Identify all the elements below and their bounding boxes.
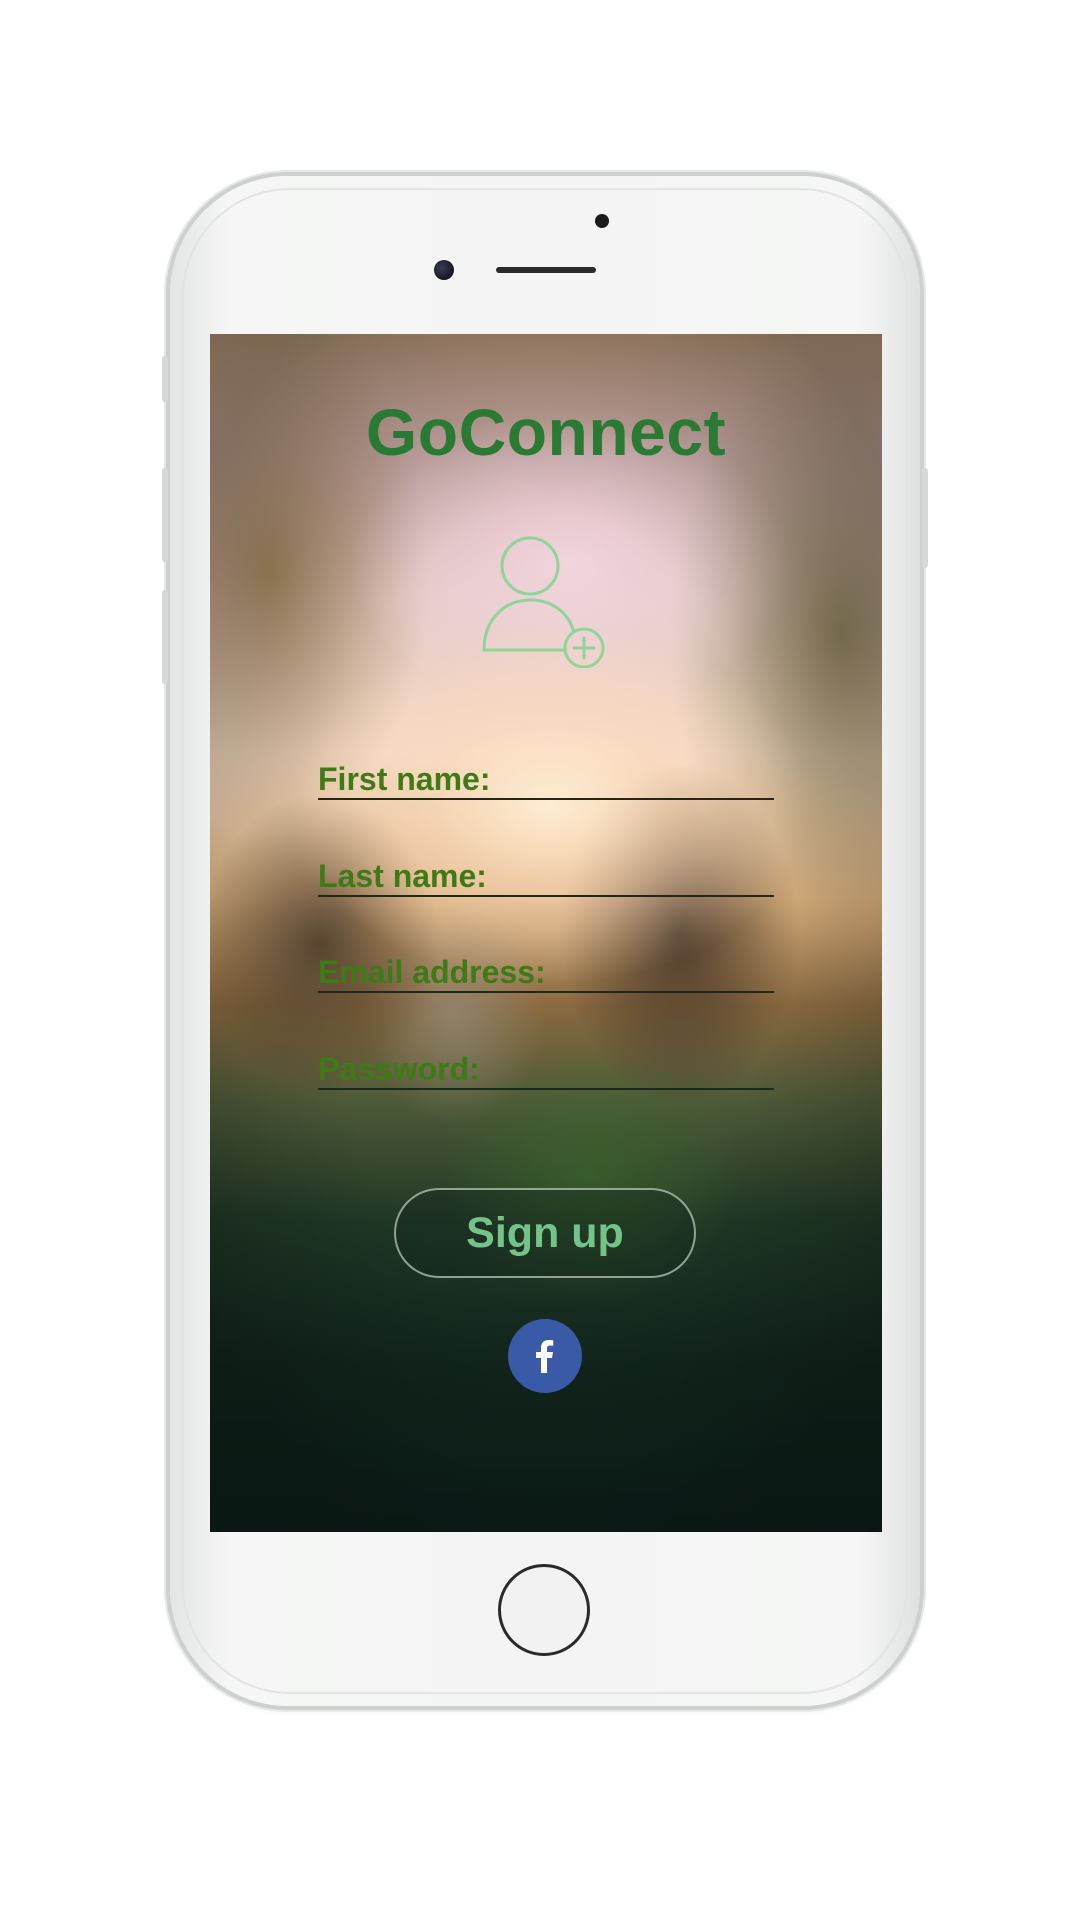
earpiece-speaker bbox=[496, 267, 596, 273]
app-title: GoConnect bbox=[365, 395, 727, 469]
volume-up-button bbox=[162, 468, 168, 562]
signup-screen: GoConnect First name: Last name: Email a… bbox=[210, 334, 882, 1532]
first-name-field[interactable]: First name: bbox=[318, 754, 774, 800]
sign-up-button[interactable]: Sign up bbox=[394, 1188, 696, 1278]
phone-frame: GoConnect First name: Last name: Email a… bbox=[162, 176, 928, 1706]
add-user-icon bbox=[482, 536, 605, 668]
mute-switch bbox=[162, 356, 168, 402]
home-button bbox=[498, 1564, 590, 1656]
device-mockup-stage: GoConnect First name: Last name: Email a… bbox=[0, 0, 1080, 1920]
first-name-input[interactable] bbox=[318, 760, 774, 796]
last-name-input[interactable] bbox=[318, 857, 774, 893]
power-button bbox=[922, 468, 928, 568]
password-input[interactable] bbox=[318, 1050, 774, 1086]
email-field[interactable]: Email address: bbox=[318, 947, 774, 993]
proximity-sensor bbox=[434, 260, 454, 280]
facebook-login-button[interactable] bbox=[508, 1319, 582, 1393]
password-field[interactable]: Password: bbox=[318, 1044, 774, 1090]
volume-down-button bbox=[162, 590, 168, 684]
last-name-field[interactable]: Last name: bbox=[318, 851, 774, 897]
facebook-icon bbox=[536, 1340, 554, 1373]
front-camera bbox=[595, 214, 609, 228]
email-input[interactable] bbox=[318, 953, 774, 989]
